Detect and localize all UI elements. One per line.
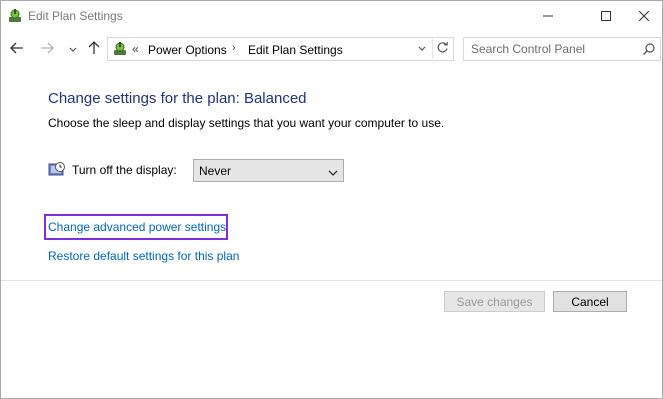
minimize-button[interactable] <box>525 1 571 31</box>
page-title: Change settings for the plan: Balanced <box>48 90 307 107</box>
forward-arrow-icon <box>40 42 54 57</box>
search-box[interactable] <box>463 37 661 61</box>
title-bar: Edit Plan Settings <box>1 1 662 31</box>
breadcrumb-power-options[interactable]: Power Options <box>148 43 227 57</box>
up-arrow-icon <box>88 40 100 58</box>
address-bar[interactable]: « Power Options › Edit Plan Settings <box>107 37 454 61</box>
navigation-bar: « Power Options › Edit Plan Settings <box>1 32 662 66</box>
change-advanced-power-settings-link[interactable]: Change advanced power settings <box>48 220 226 234</box>
forward-button[interactable] <box>37 39 57 59</box>
cancel-button[interactable]: Cancel <box>553 291 627 312</box>
refresh-icon <box>436 41 449 57</box>
chevron-down-icon <box>69 42 77 56</box>
back-arrow-icon <box>10 42 24 57</box>
breadcrumb-edit-plan-settings[interactable]: Edit Plan Settings <box>248 43 343 57</box>
edit-plan-settings-window: Edit Plan Settings « Power Options › Edi… <box>0 0 663 399</box>
search-input[interactable] <box>465 39 635 59</box>
display-timer-icon <box>48 161 66 179</box>
turn-off-display-label: Turn off the display: <box>72 163 177 177</box>
turn-off-display-select[interactable]: Never <box>193 159 344 182</box>
save-changes-button[interactable]: Save changes <box>444 291 545 312</box>
page-description: Choose the sleep and display settings th… <box>48 116 445 130</box>
address-dropdown-button[interactable] <box>414 40 430 58</box>
power-options-icon <box>7 8 23 24</box>
close-button[interactable] <box>621 1 663 31</box>
divider <box>1 280 662 281</box>
back-button[interactable] <box>7 39 27 59</box>
search-icon[interactable] <box>642 42 656 56</box>
refresh-button[interactable] <box>432 39 452 59</box>
turn-off-display-value: Never <box>199 164 232 178</box>
up-button[interactable] <box>84 39 104 59</box>
chevron-down-icon <box>328 166 338 176</box>
restore-default-settings-link[interactable]: Restore default settings for this plan <box>48 249 239 263</box>
power-options-icon <box>112 41 128 57</box>
hidden-locations-indicator[interactable]: « <box>132 42 139 56</box>
recent-locations-button[interactable] <box>63 39 83 59</box>
breadcrumb-separator[interactable]: › <box>232 42 236 54</box>
window-title: Edit Plan Settings <box>28 9 123 23</box>
